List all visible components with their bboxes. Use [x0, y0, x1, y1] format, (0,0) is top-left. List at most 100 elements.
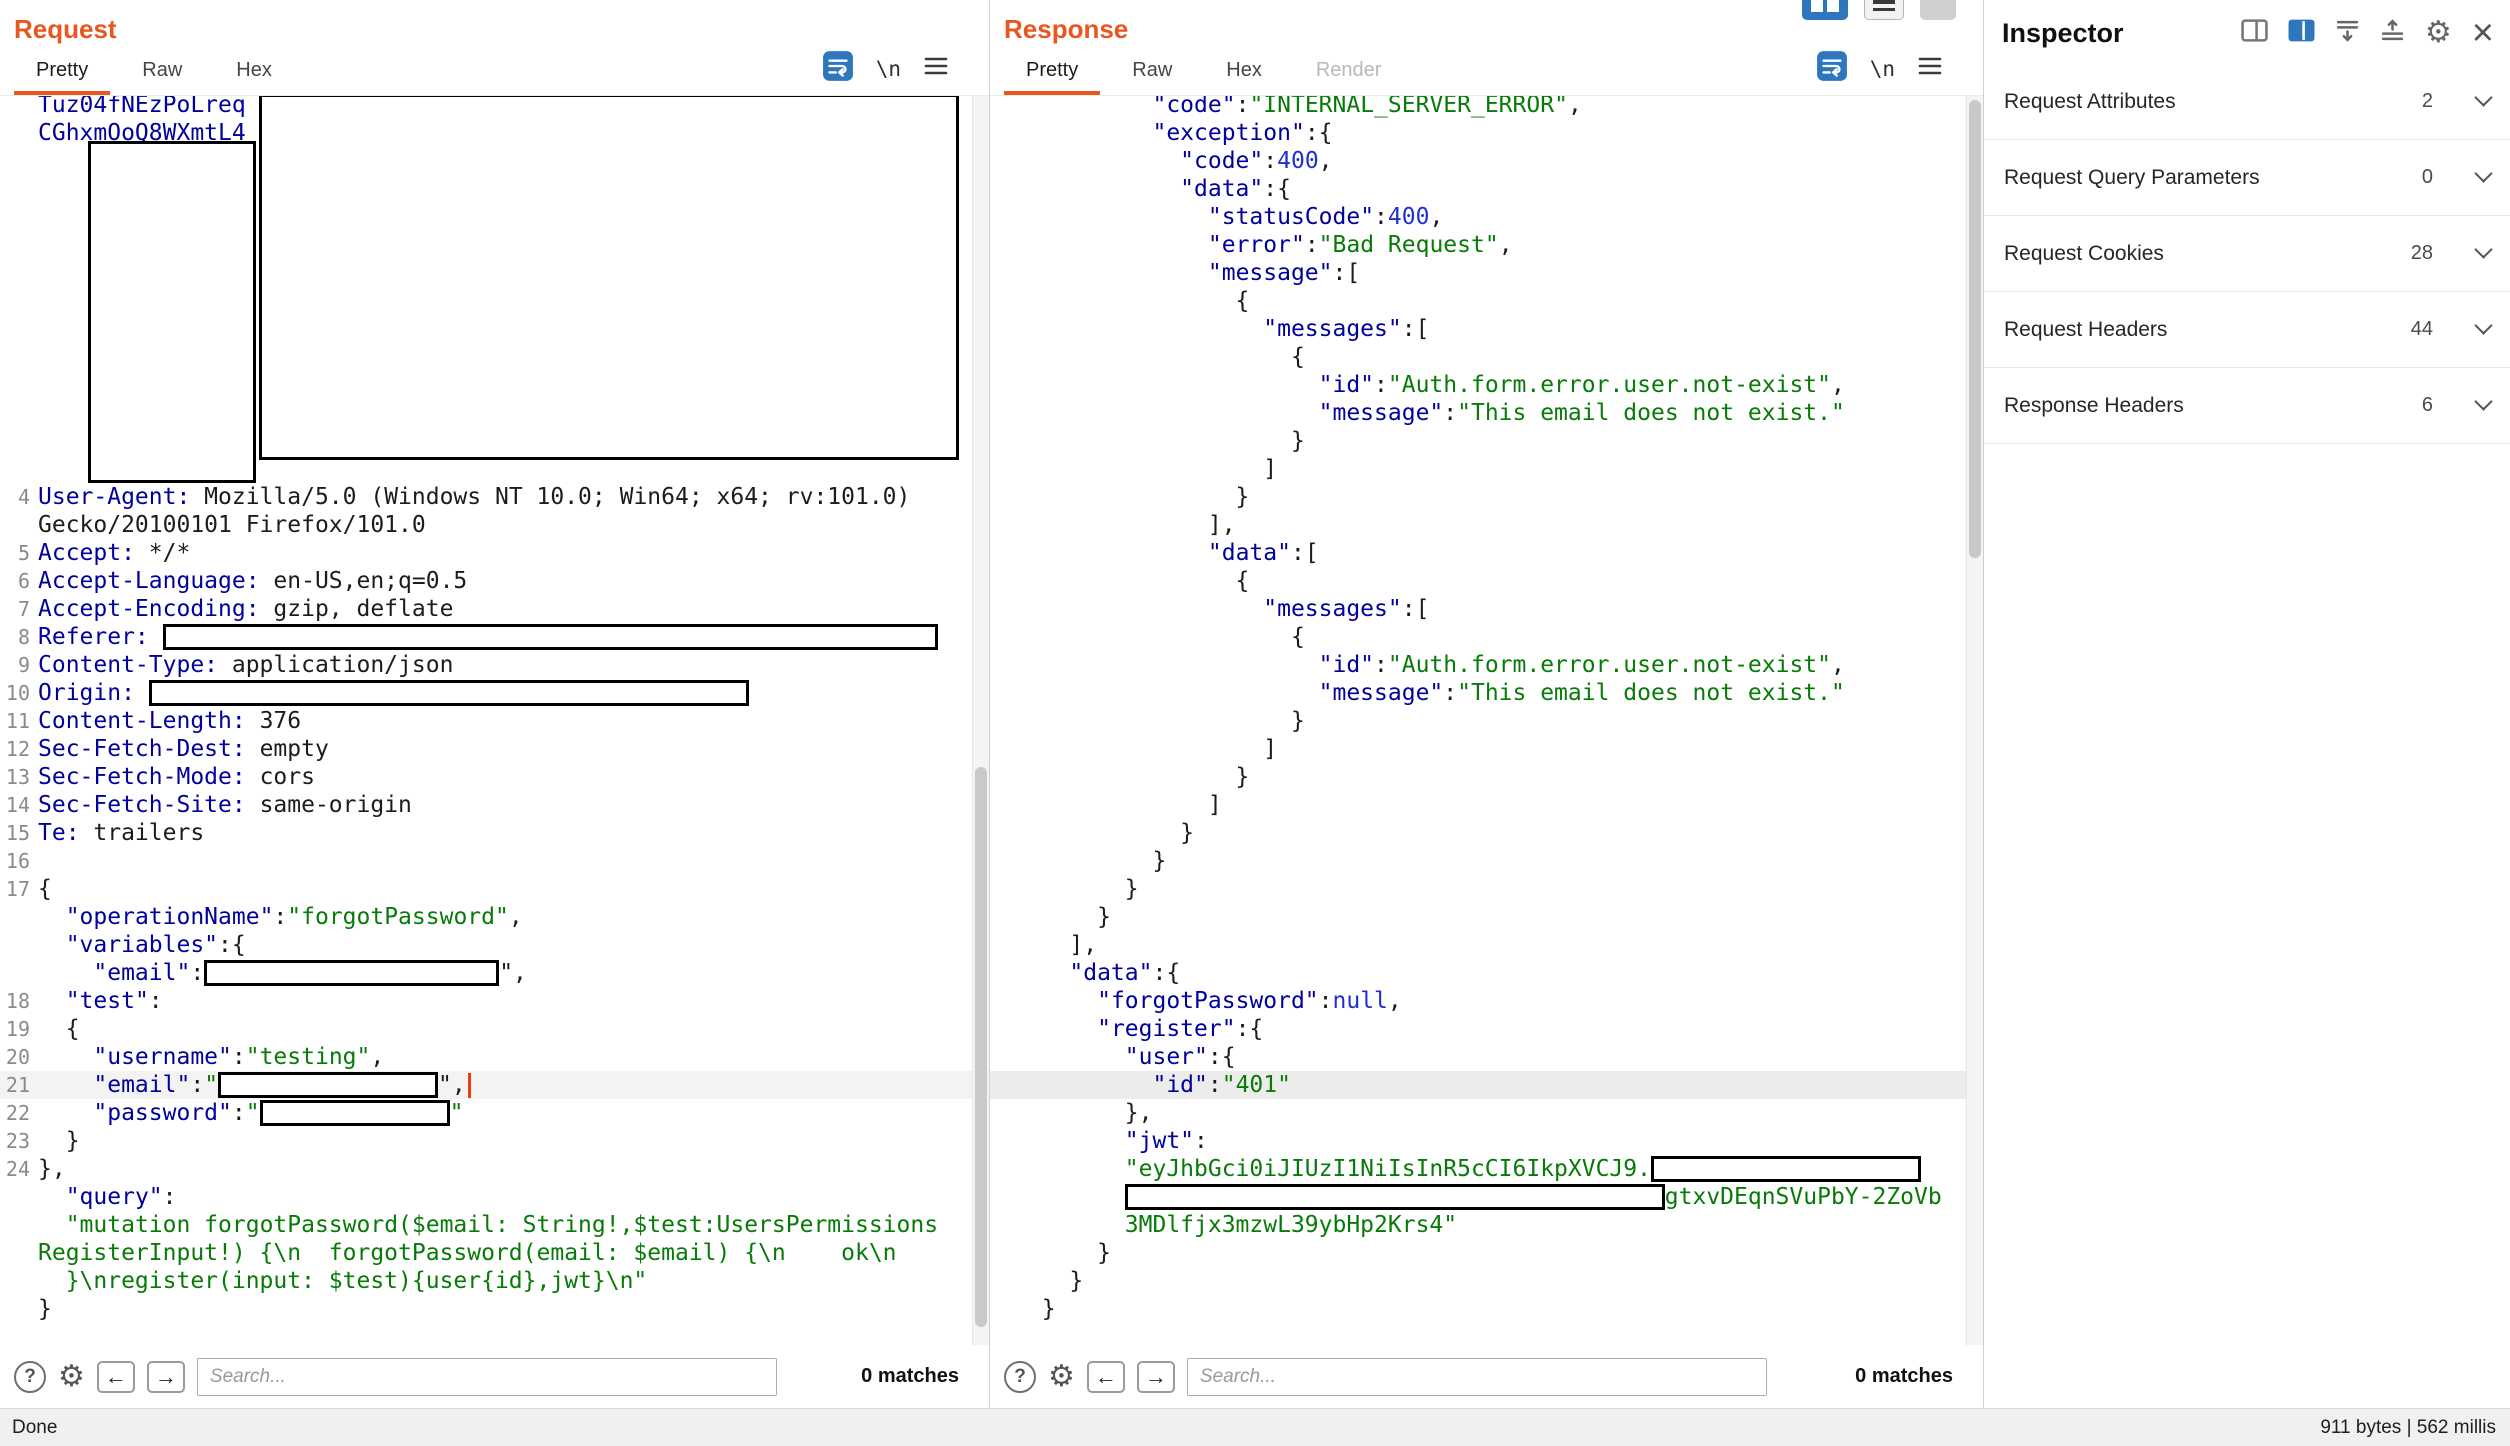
tab-raw[interactable]: Raw: [120, 51, 204, 95]
code-line: "query":: [0, 1183, 972, 1211]
tab-pretty[interactable]: Pretty: [1004, 51, 1100, 95]
line-number: 5: [0, 539, 38, 567]
dock-filled-icon[interactable]: [2288, 19, 2315, 47]
search-next-icon[interactable]: →: [1137, 1361, 1175, 1393]
response-tabs-row: PrettyRawHexRender \n: [990, 50, 1983, 96]
tab-hex[interactable]: Hex: [1204, 51, 1284, 95]
editor-layout-buttons: [1802, 0, 1956, 20]
wrap-lines-icon[interactable]: [1816, 50, 1848, 87]
response-editor[interactable]: "code":"INTERNAL_SERVER_ERROR", "excepti…: [990, 96, 1983, 1345]
search-settings-icon[interactable]: ⚙: [1048, 1362, 1075, 1392]
code-line: "message":"This email does not exist.": [990, 399, 1966, 427]
line-number: 17: [0, 875, 38, 903]
code-line: "message":[: [990, 259, 1966, 287]
code-line: 23 }: [0, 1127, 972, 1155]
inspector-section-request-headers[interactable]: Request Headers44: [1984, 292, 2510, 368]
show-newlines-toggle[interactable]: \n: [876, 57, 901, 81]
code-line: 24},: [0, 1155, 972, 1183]
code-line: }: [990, 483, 1966, 511]
inspector-section-request-cookies[interactable]: Request Cookies 28: [1984, 216, 2510, 292]
section-count-badge: 0: [2422, 166, 2433, 189]
code-line: RegisterInput!) {\n forgotPassword(email…: [0, 1239, 972, 1267]
code-line: ],: [990, 931, 1966, 959]
code-line: 22 "password":"": [0, 1099, 972, 1127]
redaction-box: [88, 141, 256, 483]
inspector-settings-icon[interactable]: ⚙: [2425, 18, 2452, 48]
code-line: "data":{: [990, 959, 1966, 987]
search-help-icon[interactable]: ?: [1004, 1361, 1036, 1393]
code-line: "user":{: [990, 1043, 1966, 1071]
code-line: 6Accept-Language: en-US,en;q=0.5: [0, 567, 972, 595]
search-prev-icon[interactable]: ←: [97, 1361, 135, 1393]
status-bar: Done 911 bytes | 562 millis: [0, 1408, 2510, 1446]
response-search-matches: 0 matches: [1855, 1365, 1969, 1388]
inspector-section-request-query-parameters[interactable]: Request Query Parameters0: [1984, 140, 2510, 216]
section-label: Request Cookies: [2004, 242, 2164, 266]
wrap-lines-icon[interactable]: [822, 50, 854, 87]
code-line: }\nregister(input: $test){user{id},jwt}\…: [0, 1267, 972, 1295]
inspector-section-request-attributes[interactable]: Request Attributes2: [1984, 64, 2510, 140]
code-line: }: [990, 707, 1966, 735]
code-line: 14Sec-Fetch-Site: same-origin: [0, 791, 972, 819]
editor-menu-icon[interactable]: [1917, 55, 1943, 82]
search-prev-icon[interactable]: ←: [1087, 1361, 1125, 1393]
tab-hex[interactable]: Hex: [214, 51, 294, 95]
response-search-input[interactable]: [1187, 1358, 1767, 1396]
inspector-title: Inspector: [2002, 18, 2124, 49]
dock-outline-icon[interactable]: [2241, 19, 2268, 47]
code-line: "code":400,: [990, 147, 1966, 175]
editor-menu-icon[interactable]: [923, 55, 949, 82]
inspector-sections: Request Attributes2Request Query Paramet…: [1984, 64, 2510, 444]
tab-pretty[interactable]: Pretty: [14, 51, 110, 95]
code-line: ]: [990, 791, 1966, 819]
request-editor[interactable]: Tuz04fNEzPoLreqCGhxmOoQ8WXmtL44User-Agen…: [0, 96, 989, 1345]
code-line: 4User-Agent: Mozilla/5.0 (Windows NT 10.…: [0, 483, 972, 511]
code-line: 13Sec-Fetch-Mode: cors: [0, 763, 972, 791]
search-settings-icon[interactable]: ⚙: [58, 1362, 85, 1392]
code-line: ]: [990, 735, 1966, 763]
search-next-icon[interactable]: →: [147, 1361, 185, 1393]
layout-single-button[interactable]: [1920, 0, 1956, 20]
search-help-icon[interactable]: ?: [14, 1361, 46, 1393]
response-scrollbar[interactable]: [1966, 96, 1983, 1345]
scrollbar-thumb[interactable]: [1969, 100, 1981, 558]
code-line: {: [990, 623, 1966, 651]
code-line: 10Origin:: [0, 679, 972, 707]
line-number: 10: [0, 679, 38, 707]
code-line: 7Accept-Encoding: gzip, deflate: [0, 595, 972, 623]
request-scrollbar[interactable]: [972, 96, 989, 1345]
code-line: {: [990, 567, 1966, 595]
text-cursor: [468, 1073, 471, 1098]
code-line: }: [990, 427, 1966, 455]
response-size-time: 911 bytes | 562 millis: [2320, 1417, 2498, 1439]
scrollbar-thumb[interactable]: [975, 767, 987, 1327]
line-number: 20: [0, 1043, 38, 1071]
code-line: "messages":[: [990, 595, 1966, 623]
inspector-close-icon[interactable]: ×: [2472, 18, 2494, 48]
layout-columns-button[interactable]: [1802, 0, 1848, 20]
code-line: 18 "test":: [0, 987, 972, 1015]
inspector-panel: Inspector ⚙ × Request Attributes2Request…: [1984, 0, 2510, 1408]
request-search-input[interactable]: [197, 1358, 777, 1396]
section-label: Request Headers: [2004, 318, 2167, 342]
code-line: "id":"Auth.form.error.user.not-exist",: [990, 371, 1966, 399]
inspector-section-response-headers[interactable]: Response Headers6: [1984, 368, 2510, 444]
layout-rows-button[interactable]: [1864, 0, 1904, 20]
redaction-box: [260, 1100, 450, 1126]
code-line: "message":"This email does not exist.": [990, 679, 1966, 707]
tab-raw[interactable]: Raw: [1110, 51, 1194, 95]
code-line: }: [990, 1267, 1966, 1295]
code-line: "eyJhbGci0iJIUzI1NiIsInR5cCI6IkpXVCJ9.: [990, 1155, 1966, 1183]
code-line: 15Te: trailers: [0, 819, 972, 847]
code-line: 19 {: [0, 1015, 972, 1043]
line-number: 13: [0, 763, 38, 791]
collapse-all-icon[interactable]: [2335, 18, 2360, 48]
expand-all-icon[interactable]: [2380, 18, 2405, 48]
show-newlines-toggle[interactable]: \n: [1870, 57, 1895, 81]
section-count-badge: 2: [2422, 90, 2433, 113]
section-count-badge: 28: [2411, 242, 2433, 265]
response-tabs: PrettyRawHexRender: [1004, 51, 1403, 95]
line-number: 24: [0, 1155, 38, 1183]
response-code[interactable]: "code":"INTERNAL_SERVER_ERROR", "excepti…: [990, 96, 1966, 1345]
request-searchbar: ? ⚙ ← → 0 matches: [0, 1345, 989, 1408]
